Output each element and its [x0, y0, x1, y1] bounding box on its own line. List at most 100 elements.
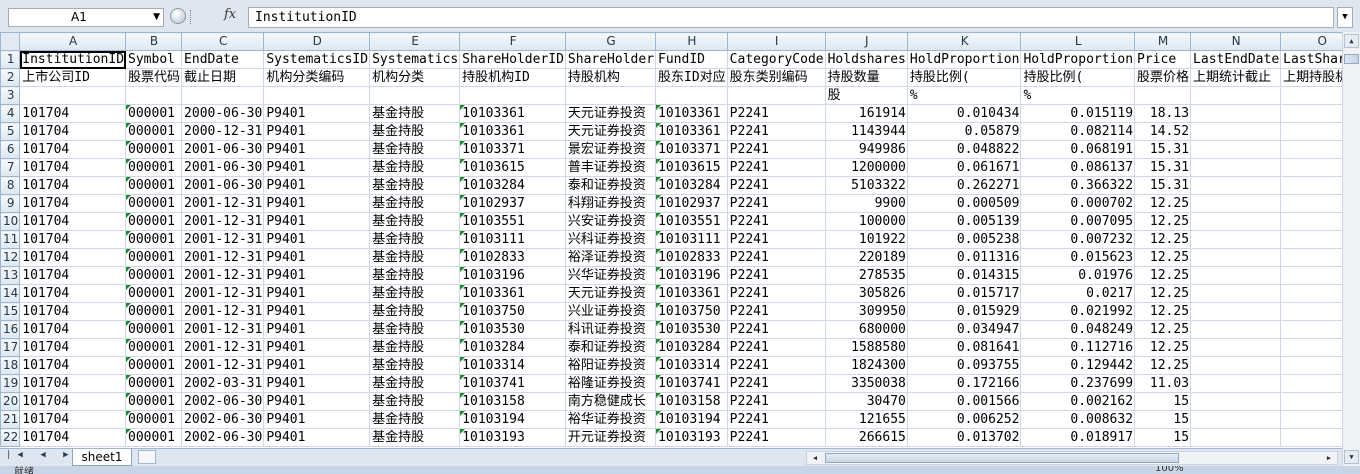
tab-sheet1[interactable]: sheet1 [72, 449, 132, 466]
cell[interactable]: 0.010434 [906, 104, 1022, 123]
cell[interactable]: 0.021992 [1020, 302, 1136, 321]
cell[interactable]: 10103193 [459, 428, 566, 447]
column-header[interactable]: G [564, 32, 657, 51]
cell[interactable]: P9401 [263, 104, 371, 123]
cell[interactable]: 股票价格 [1134, 68, 1192, 87]
cell[interactable]: 0.000702 [1020, 194, 1136, 213]
cell[interactable]: 101704 [19, 320, 127, 339]
row-header[interactable]: 10 [0, 212, 21, 231]
cell[interactable] [1280, 266, 1342, 285]
cell[interactable] [369, 86, 461, 105]
cell[interactable]: 101704 [19, 194, 127, 213]
cell[interactable]: P2241 [726, 104, 826, 123]
cell[interactable]: 14.52 [1134, 122, 1192, 141]
cell[interactable]: P2241 [726, 248, 826, 267]
cell[interactable]: 10102937 [459, 194, 566, 213]
cell[interactable]: 101704 [19, 122, 127, 141]
cell[interactable]: 机构分类编码 [263, 68, 371, 87]
cell[interactable]: P2241 [726, 284, 826, 303]
cell[interactable]: P9401 [263, 176, 371, 195]
cell[interactable] [1280, 158, 1342, 177]
cell[interactable]: ShareHolderID [459, 50, 566, 69]
cell[interactable]: 12.25 [1134, 266, 1192, 285]
cell[interactable]: 基金持股 [369, 338, 461, 357]
cell[interactable]: Systematics [369, 50, 461, 69]
cell[interactable]: 0.000509 [906, 194, 1022, 213]
cell[interactable]: 10103111 [655, 230, 728, 249]
cell[interactable]: 15.31 [1134, 140, 1192, 159]
cell[interactable]: P9401 [263, 410, 371, 429]
cell[interactable]: 0.014315 [906, 266, 1022, 285]
cell[interactable]: 0.129442 [1020, 356, 1136, 375]
cell[interactable]: 裕阳证券投资 [564, 356, 657, 375]
cell[interactable]: 000001 [125, 158, 183, 177]
cell[interactable]: 000001 [125, 266, 183, 285]
cell[interactable]: 持股机构 [564, 68, 657, 87]
row-header[interactable]: 12 [0, 248, 21, 267]
column-header[interactable]: K [906, 32, 1022, 51]
cell[interactable]: 基金持股 [369, 158, 461, 177]
row-header[interactable]: 14 [0, 284, 21, 303]
cell[interactable]: 278535 [824, 266, 908, 285]
cell[interactable]: P9401 [263, 194, 371, 213]
cell[interactable]: 305826 [824, 284, 908, 303]
cell[interactable]: 0.002162 [1020, 392, 1136, 411]
cell[interactable]: 2001-06-30 [181, 140, 265, 159]
cell[interactable]: P2241 [726, 356, 826, 375]
cell[interactable]: 10103361 [459, 284, 566, 303]
cell[interactable]: 基金持股 [369, 140, 461, 159]
cell[interactable]: 101704 [19, 338, 127, 357]
cell[interactable]: P2241 [726, 428, 826, 447]
cell[interactable]: P9401 [263, 428, 371, 447]
cell[interactable]: 10103193 [655, 428, 728, 447]
cell[interactable]: 股票代码 [125, 68, 183, 87]
cell[interactable]: 101704 [19, 374, 127, 393]
cell[interactable]: 0.008632 [1020, 410, 1136, 429]
cell[interactable] [1280, 428, 1342, 447]
cell[interactable] [655, 86, 728, 105]
row-header[interactable]: 6 [0, 140, 21, 159]
cell[interactable]: 10103361 [459, 104, 566, 123]
cell[interactable]: 10103314 [655, 356, 728, 375]
cell[interactable] [1190, 86, 1282, 105]
cell[interactable]: 0.015623 [1020, 248, 1136, 267]
cell[interactable]: 2001-12-31 [181, 338, 265, 357]
insert-function-button[interactable]: fx [224, 7, 236, 22]
cell[interactable]: 10103194 [655, 410, 728, 429]
cell[interactable]: 12.25 [1134, 356, 1192, 375]
cell[interactable]: 0.081641 [906, 338, 1022, 357]
cell[interactable] [726, 86, 826, 105]
cell[interactable] [1190, 122, 1282, 141]
cell[interactable]: EndDate [181, 50, 265, 69]
cell[interactable]: 101704 [19, 356, 127, 375]
cell[interactable]: 10103284 [655, 176, 728, 195]
cell[interactable] [1134, 86, 1192, 105]
row-header[interactable]: 15 [0, 302, 21, 321]
cell[interactable]: 000001 [125, 356, 183, 375]
cell[interactable]: 基金持股 [369, 248, 461, 267]
cell[interactable] [1190, 374, 1282, 393]
cell[interactable] [181, 86, 265, 105]
column-header[interactable]: F [459, 32, 566, 51]
name-box[interactable]: A1 ▼ [8, 8, 164, 27]
row-header[interactable]: 1 [0, 50, 21, 69]
chevron-down-icon[interactable]: ▼ [153, 9, 160, 26]
cell[interactable]: 10103371 [655, 140, 728, 159]
cell[interactable]: P9401 [263, 374, 371, 393]
cell[interactable]: 10102937 [655, 194, 728, 213]
cell[interactable]: 266615 [824, 428, 908, 447]
cell[interactable]: 基金持股 [369, 284, 461, 303]
scroll-up-icon[interactable]: ▲ [1344, 34, 1359, 48]
cell[interactable]: FundID [655, 50, 728, 69]
cell[interactable]: 股东ID对应 [655, 68, 728, 87]
cell[interactable] [459, 86, 566, 105]
cell[interactable]: 12.25 [1134, 302, 1192, 321]
cell[interactable]: 基金持股 [369, 428, 461, 447]
vertical-scrollbar[interactable]: ▲ ▼ [1342, 32, 1360, 466]
cell[interactable] [1280, 86, 1342, 105]
column-header[interactable]: O [1280, 32, 1342, 51]
cell[interactable]: 2001-12-31 [181, 266, 265, 285]
row-header[interactable]: 16 [0, 320, 21, 339]
cell[interactable]: 开元证券投资 [564, 428, 657, 447]
cell[interactable]: 0.013702 [906, 428, 1022, 447]
